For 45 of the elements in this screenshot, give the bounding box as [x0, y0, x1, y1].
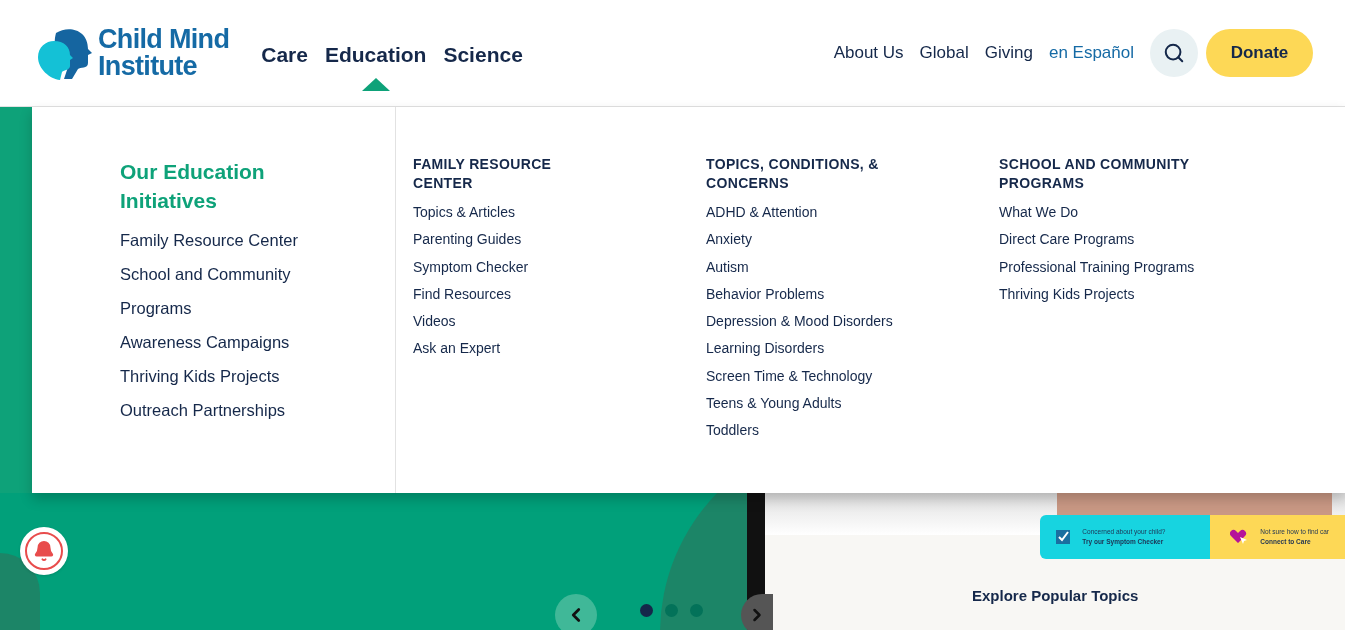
- menu-link[interactable]: Toddlers: [706, 422, 759, 439]
- initiative-link[interactable]: Family Resource Center: [120, 223, 355, 257]
- main-nav-link[interactable]: Science: [443, 43, 523, 67]
- initiative-link[interactable]: Awareness Campaigns: [120, 325, 355, 359]
- menu-link[interactable]: Parenting Guides: [413, 231, 522, 248]
- menu-link[interactable]: Symptom Checker: [413, 258, 529, 275]
- menu-link[interactable]: Learning Disorders: [706, 340, 825, 357]
- notification-bell-button[interactable]: [20, 527, 68, 575]
- section-heading: Explore Popular Topics: [970, 586, 1140, 606]
- utility-nav-link[interactable]: About Us: [833, 40, 904, 66]
- menu-link[interactable]: What We Do: [999, 204, 1079, 220]
- column-heading: FAMILY RESOURCE CENTER: [413, 155, 553, 193]
- search-icon: [1163, 42, 1185, 64]
- search-button[interactable]: [1150, 29, 1198, 77]
- menu-link[interactable]: Screen Time & Technology: [706, 367, 873, 384]
- utility-nav-link[interactable]: Global: [919, 40, 969, 66]
- initiative-link[interactable]: School and Community Programs: [120, 257, 355, 325]
- menu-link[interactable]: Autism: [706, 258, 749, 275]
- menu-link[interactable]: Teens & Young Adults: [706, 395, 842, 412]
- menu-link[interactable]: Thriving Kids Projects: [999, 285, 1135, 302]
- previous-slide-button[interactable]: [555, 594, 597, 630]
- column-heading: SCHOOL AND COMMUNITY PROGRAMS: [999, 155, 1191, 193]
- menu-link[interactable]: Depression & Mood Disorders: [706, 313, 893, 330]
- menu-link[interactable]: Anxiety: [706, 231, 752, 248]
- donate-button[interactable]: Donate: [1206, 29, 1313, 77]
- heart-cursor-icon: [1230, 529, 1249, 545]
- logo-wordmark[interactable]: Child Mind Institute: [98, 26, 230, 80]
- utility-nav-link[interactable]: en Español: [1048, 40, 1134, 66]
- utility-nav-link[interactable]: Giving: [984, 40, 1033, 66]
- menu-link[interactable]: Find Resources: [413, 285, 512, 302]
- initiative-link[interactable]: Thriving Kids Projects: [120, 359, 355, 393]
- menu-link[interactable]: Professional Training Programs: [999, 258, 1195, 275]
- initiative-link[interactable]: Outreach Partnerships: [120, 393, 355, 427]
- menu-link[interactable]: Videos: [413, 313, 456, 330]
- main-nav-link[interactable]: Education: [324, 43, 427, 67]
- menu-link[interactable]: Behavior Problems: [706, 285, 825, 302]
- menu-link[interactable]: Direct Care Programs: [999, 231, 1135, 248]
- column-heading: TOPICS, CONDITIONS, & CONCERNS: [706, 155, 880, 193]
- menu-link[interactable]: ADHD & Attention: [706, 204, 818, 220]
- checkbox-icon: [1056, 530, 1071, 544]
- main-nav-link[interactable]: Care: [261, 43, 308, 67]
- menu-link[interactable]: Topics & Articles: [413, 204, 515, 220]
- initiatives-heading: Our Education Initiatives: [120, 159, 266, 214]
- bell-icon: [33, 540, 55, 562]
- menu-link[interactable]: Ask an Expert: [413, 340, 501, 357]
